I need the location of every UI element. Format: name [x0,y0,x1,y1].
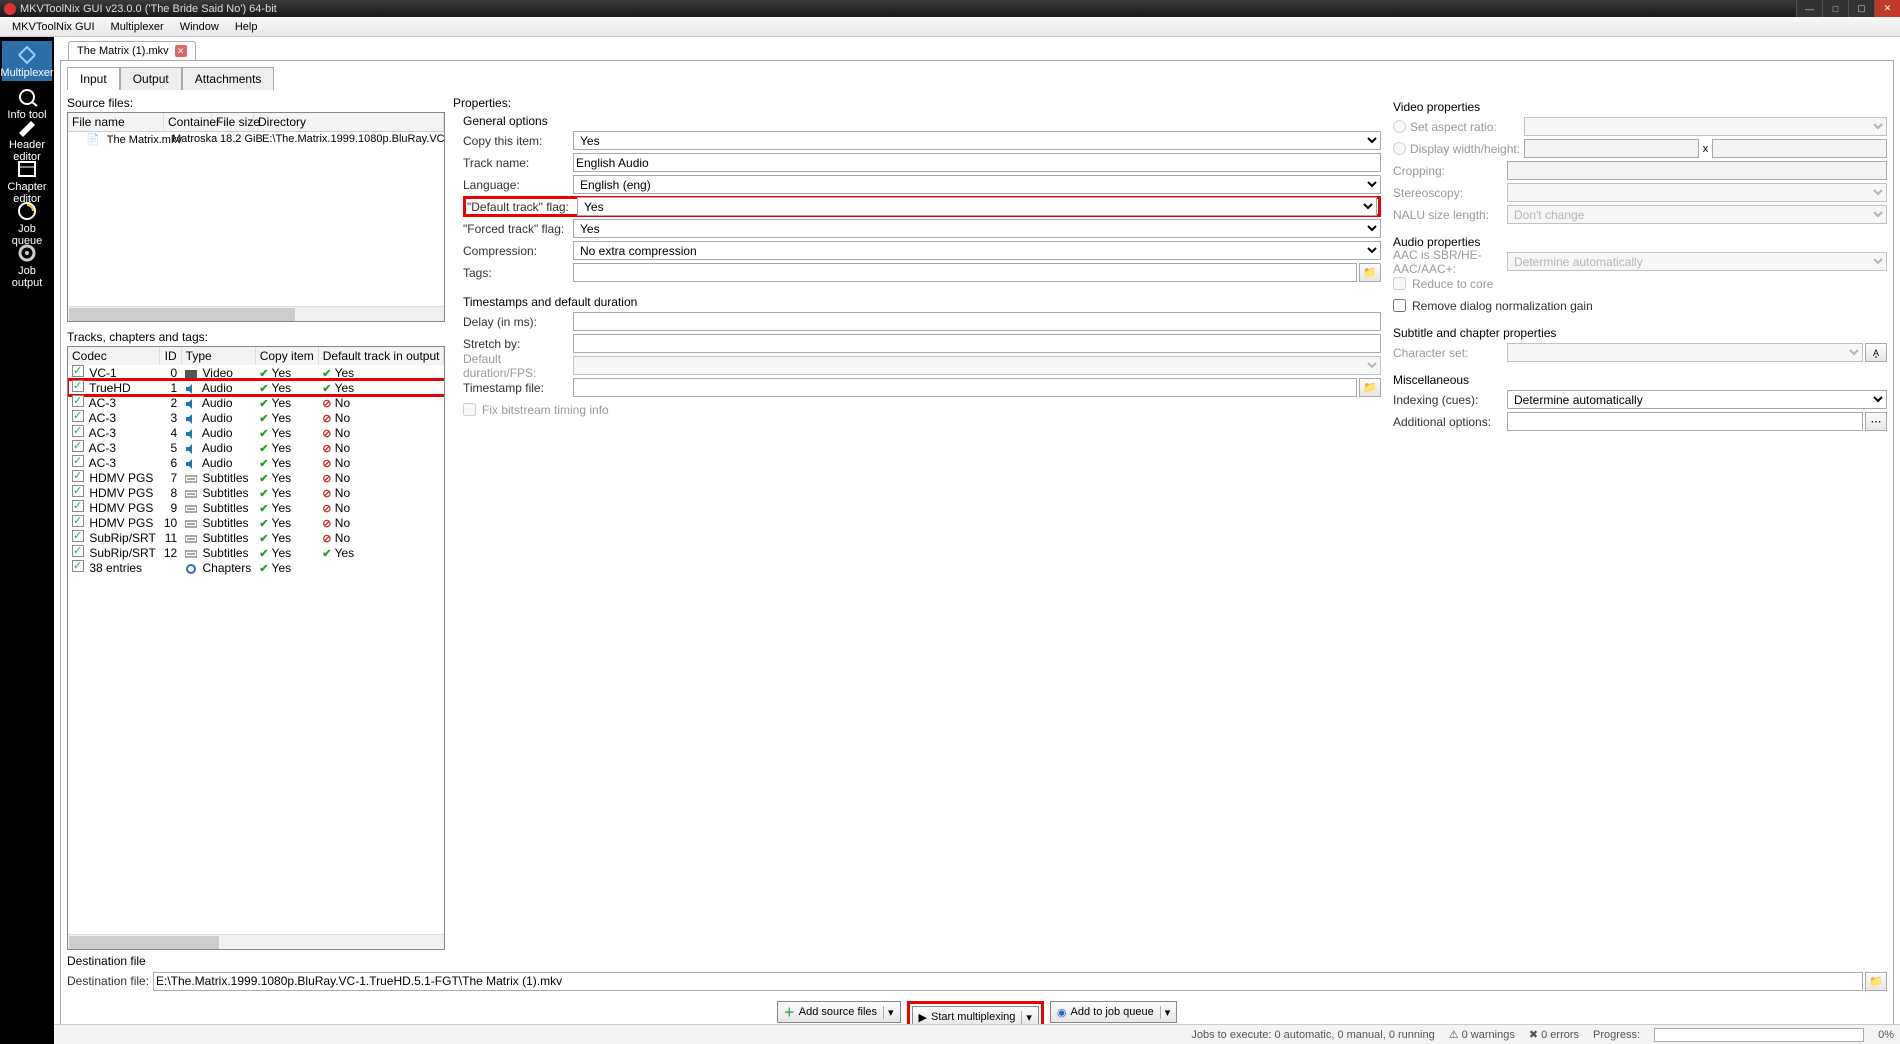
delay-input[interactable] [573,312,1381,331]
track-row[interactable]: SubRip/SRT11 Subtitles✔ Yes⊘ No⊘ No [68,530,445,545]
close-tab-icon[interactable]: ✕ [175,45,187,57]
dialog-checkbox[interactable] [1393,299,1406,312]
stereo-select [1507,183,1887,202]
status-jobs: Jobs to execute: 0 automatic, 0 manual, … [1191,1029,1434,1041]
sidebar-item-multiplexer[interactable]: Multiplexer [2,41,52,81]
minimize-button[interactable]: — [1796,0,1822,17]
forced-track-select[interactable]: Yes [573,219,1381,238]
track-row[interactable]: HDMV PGS7 Subtitles✔ Yes⊘ No⊘ No [68,470,445,485]
progress-bar [1654,1028,1864,1042]
nalu-select: Don't change [1507,205,1887,224]
fixbit-checkbox [463,403,476,416]
crop-input [1507,161,1887,180]
track-row[interactable]: HDMV PGS9 Subtitles✔ Yes⊘ No⊘ No [68,500,445,515]
maximize-button[interactable]: □ [1822,0,1848,17]
track-row[interactable]: TrueHD1 Audio✔ Yes✔ Yes✔ Yes [68,380,445,395]
trackname-input[interactable] [573,153,1381,172]
scrollbar-h[interactable] [68,306,444,321]
sidebar-item-output[interactable]: Job output [2,251,52,291]
addopt-input[interactable] [1507,412,1863,431]
subtitle-props-header: Subtitle and chapter properties [1393,326,1887,340]
track-row[interactable]: 38 entries Chapters✔ Yes [68,560,445,575]
copy-item-select[interactable]: Yes [573,131,1381,150]
track-row[interactable]: SubRip/SRT12 Subtitles✔ Yes✔ Yes✔ Yes [68,545,445,560]
add-source-button[interactable]: ＋Add source files▾ [777,1001,901,1023]
tracks-label: Tracks, chapters and tags: [67,330,445,344]
tracks-scrollbar-h[interactable] [68,934,444,949]
dest-browse-button[interactable]: 📁 [1865,972,1887,991]
tracks-list[interactable]: Codec ID Type Copy item Default track in… [67,346,445,950]
app-icon [4,3,16,15]
status-errors: ✖ 0 errors [1529,1028,1579,1041]
misc-header: Miscellaneous [1393,373,1887,387]
dest-header: Destination file [67,954,1887,968]
track-row[interactable]: AC-32 Audio✔ Yes⊘ No⊘ No [68,395,445,410]
compression-select[interactable]: No extra compression [573,241,1381,260]
dest-input[interactable] [153,972,1863,991]
indexing-select[interactable]: Determine automatically [1507,390,1887,409]
track-row[interactable]: VC-10 Video✔ Yes✔ Yes✔ Yes [68,365,445,380]
reduce-checkbox [1393,277,1406,290]
window-title: MKVToolNix GUI v23.0.0 ('The Bride Said … [20,3,277,15]
tab-output[interactable]: Output [120,67,182,90]
menu-multiplexer[interactable]: Multiplexer [103,19,172,35]
menu-gui[interactable]: MKVToolNix GUI [4,19,103,35]
sidebar: Multiplexer Info tool Header editor Chap… [0,37,54,1044]
tags-input[interactable] [573,263,1357,282]
sourcefiles-label: Source files: [67,96,445,110]
timestamp-browse-button[interactable]: 📁 [1359,378,1381,397]
menu-window[interactable]: Window [172,19,227,35]
charset-select [1507,343,1863,362]
aspect-radio [1393,120,1406,133]
general-options-header: General options [463,114,1381,128]
default-track-select[interactable]: Yes [577,197,1377,216]
add-queue-button[interactable]: ◉Add to job queue▾ [1050,1001,1177,1023]
status-progress-label: Progress: [1593,1029,1640,1041]
display-h-input [1712,139,1887,158]
track-row[interactable]: HDMV PGS10 Subtitles✔ Yes⊘ No⊘ No [68,515,445,530]
track-row[interactable]: AC-33 Audio✔ Yes⊘ No⊘ No [68,410,445,425]
display-radio [1393,142,1406,155]
status-warnings: ⚠ 0 warnings [1449,1028,1515,1041]
video-props-header: Video properties [1393,100,1887,114]
default-track-row: "Default track" flag:Yes [463,196,1381,217]
language-select[interactable]: English (eng) [573,175,1381,194]
file-tab[interactable]: The Matrix (1).mkv ✕ [68,41,196,60]
aspect-select [1524,117,1887,136]
charset-preview-button[interactable]: Ḁ [1865,343,1887,362]
track-row[interactable]: AC-36 Audio✔ Yes⊘ No⊘ No [68,455,445,470]
sourcefiles-list[interactable]: File name Container File size Directory … [67,112,445,322]
aac-select: Determine automatically [1507,252,1887,271]
properties-header: Properties: [453,96,1381,110]
track-row[interactable]: AC-35 Audio✔ Yes⊘ No⊘ No [68,440,445,455]
display-w-input [1524,139,1699,158]
tab-attachments[interactable]: Attachments [182,67,275,90]
close-button[interactable]: ✕ [1874,0,1900,17]
tab-input[interactable]: Input [67,67,120,90]
track-row[interactable]: HDMV PGS8 Subtitles✔ Yes⊘ No⊘ No [68,485,445,500]
timestamps-header: Timestamps and default duration [463,295,1381,309]
statusbar: Jobs to execute: 0 automatic, 0 manual, … [54,1024,1900,1044]
menubar: MKVToolNix GUI Multiplexer Window Help [0,17,1900,37]
timestamp-file-input[interactable] [573,378,1357,397]
default-duration-select [573,356,1381,375]
track-row[interactable]: AC-34 Audio✔ Yes⊘ No⊘ No [68,425,445,440]
file-tab-label: The Matrix (1).mkv [77,45,169,57]
tags-browse-button[interactable]: 📁 [1359,263,1381,282]
status-pct: 0% [1878,1029,1894,1041]
sourcefile-row[interactable]: 📄 The Matrix.mkv Matroska 18.2 GiB E:\Th… [68,132,444,147]
addopt-button[interactable]: ⋯ [1865,412,1887,431]
menu-help[interactable]: Help [227,19,266,35]
titlebar: MKVToolNix GUI v23.0.0 ('The Bride Said … [0,0,1900,17]
maximize2-button[interactable]: ▢ [1848,0,1874,17]
stretch-input[interactable] [573,334,1381,353]
